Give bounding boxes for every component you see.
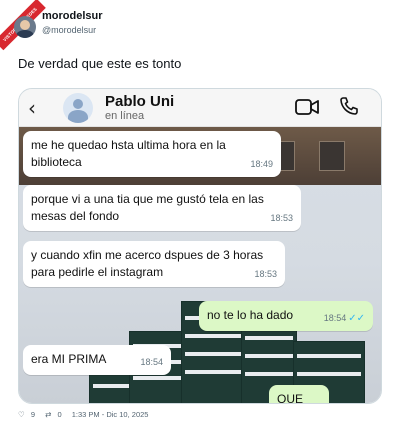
window-row <box>245 354 293 358</box>
window-row <box>245 372 293 376</box>
message-time: 18:54 <box>140 357 163 367</box>
tweet-media-screenshot[interactable]: ‹ Pablo Uni en línea me he quedao hsta u… <box>18 88 382 404</box>
avatar-face <box>20 20 30 30</box>
window-row <box>245 336 293 340</box>
message-text: no te lo ha dado <box>207 308 294 322</box>
message-time: 18:53 <box>254 269 277 279</box>
like-button[interactable]: ♡ 9 <box>18 410 39 419</box>
window-row <box>185 334 241 338</box>
window-row <box>297 372 361 376</box>
window-row <box>297 354 361 358</box>
message-bubble-incoming[interactable]: me he quedao hsta ultima hora en la bibl… <box>23 131 281 177</box>
message-bubble-outgoing[interactable]: no te lo ha dado 18:54 ✓✓ <box>199 301 373 331</box>
tweet-footer: ♡ 9 ⇄ 0 1:33 PM - Dic 10, 2025 <box>18 410 152 419</box>
window-row <box>185 370 241 374</box>
message-bubble-incoming[interactable]: y cuando xfin me acerco dspues de 3 hora… <box>23 241 285 287</box>
author-avatar[interactable] <box>14 16 36 38</box>
message-bubble-incoming[interactable]: era MI PRIMA 18:54 <box>23 345 171 375</box>
tweet-timestamp[interactable]: 1:33 PM - Dic 10, 2025 <box>72 410 149 419</box>
message-text: porque vi a una tia que me gustó tela en… <box>31 192 264 223</box>
message-time-read: 18:54 ✓✓ <box>324 310 365 327</box>
retweet-count: 0 <box>57 410 62 419</box>
contact-avatar-body <box>68 110 88 123</box>
double-check-icon: ✓✓ <box>348 313 365 324</box>
tweet-text: De verdad que este es tonto <box>18 56 182 71</box>
window-row <box>185 352 241 356</box>
message-time: 18:54 <box>323 313 347 323</box>
contact-name[interactable]: Pablo Uni <box>105 93 174 110</box>
like-count: 9 <box>30 410 35 419</box>
author-handle[interactable]: @morodelsur <box>42 25 96 35</box>
message-bubble-incoming[interactable]: porque vi a una tia que me gustó tela en… <box>23 185 301 231</box>
author-avatar-wrap[interactable]: VISTOENLASREDES <box>0 0 46 51</box>
message-text: era MI PRIMA <box>31 352 107 366</box>
message-text: QUE <box>277 392 304 404</box>
contact-status: en línea <box>105 110 145 122</box>
message-time: 18:49 <box>250 159 273 169</box>
message-text: y cuando xfin me acerco dspues de 3 hora… <box>31 248 264 279</box>
avatar-body <box>16 30 34 38</box>
retweet-button[interactable]: ⇄ 0 <box>45 410 66 419</box>
retweet-icon: ⇄ <box>45 410 52 419</box>
contact-avatar-icon[interactable] <box>63 93 93 123</box>
author-name[interactable]: morodelsur <box>42 10 103 22</box>
window-shape <box>319 141 345 171</box>
contact-avatar-head <box>73 99 83 109</box>
heart-icon: ♡ <box>18 410 25 419</box>
phone-call-icon[interactable] <box>339 96 359 116</box>
back-chevron-icon[interactable]: ‹ <box>28 96 36 120</box>
message-time: 18:53 <box>270 213 293 223</box>
message-bubble-outgoing-partial[interactable]: QUE <box>269 385 329 404</box>
message-text: me he quedao hsta ultima hora en la bibl… <box>31 138 226 169</box>
tweet-header: VISTOENLASREDES morodelsur @morodelsur <box>0 0 400 51</box>
video-call-icon[interactable] <box>295 98 319 116</box>
window-row <box>133 376 181 380</box>
chat-header: ‹ Pablo Uni en línea <box>19 89 381 127</box>
window-row <box>93 384 131 388</box>
